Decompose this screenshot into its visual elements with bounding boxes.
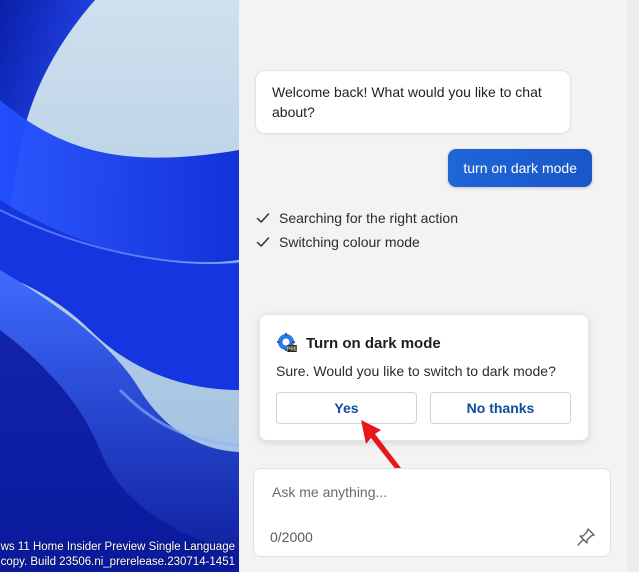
card-title: Turn on dark mode — [306, 334, 441, 352]
no-thanks-button[interactable]: No thanks — [430, 392, 571, 424]
scrollbar-track[interactable] — [627, 0, 639, 572]
red-arrow-annotation — [361, 420, 401, 471]
bot-message-bubble: Welcome back! What would you like to cha… — [255, 70, 571, 134]
windows-build-watermark: ws 11 Home Insider Preview Single Langua… — [0, 540, 239, 570]
desktop-wallpaper: ws 11 Home Insider Preview Single Langua… — [0, 0, 239, 572]
step-label: Searching for the right action — [279, 210, 458, 226]
no-thanks-button-label: No thanks — [466, 400, 535, 416]
card-header: PRE Turn on dark mode — [276, 332, 441, 354]
step-item: Searching for the right action — [256, 206, 458, 230]
yes-button-label: Yes — [334, 400, 359, 416]
wallpaper-bloom — [0, 0, 239, 572]
settings-icon: PRE — [277, 333, 298, 353]
check-icon — [256, 237, 270, 247]
step-label: Switching colour mode — [279, 234, 420, 250]
svg-text:PRE: PRE — [287, 347, 298, 353]
char-counter: 0/2000 — [270, 529, 313, 545]
card-body-text: Sure. Would you like to switch to dark m… — [276, 363, 556, 379]
copilot-panel: Welcome back! What would you like to cha… — [239, 0, 627, 572]
check-icon — [256, 213, 270, 223]
chat-input-box[interactable]: 0/2000 — [253, 468, 611, 557]
bot-message-text: Welcome back! What would you like to cha… — [272, 84, 542, 120]
ask-input[interactable] — [270, 483, 574, 501]
action-card: PRE Turn on dark mode Sure. Would you li… — [259, 314, 589, 441]
watermark-line-1: ws 11 Home Insider Preview Single Langua… — [0, 541, 235, 553]
user-message-bubble: turn on dark mode — [448, 149, 592, 187]
progress-steps: Searching for the right action Switching… — [256, 206, 458, 254]
pin-icon[interactable] — [576, 527, 596, 547]
step-item: Switching colour mode — [256, 230, 458, 254]
user-message-text: turn on dark mode — [463, 160, 577, 176]
watermark-line-2: copy. Build 23506.ni_prerelease.230714-1… — [0, 556, 235, 568]
